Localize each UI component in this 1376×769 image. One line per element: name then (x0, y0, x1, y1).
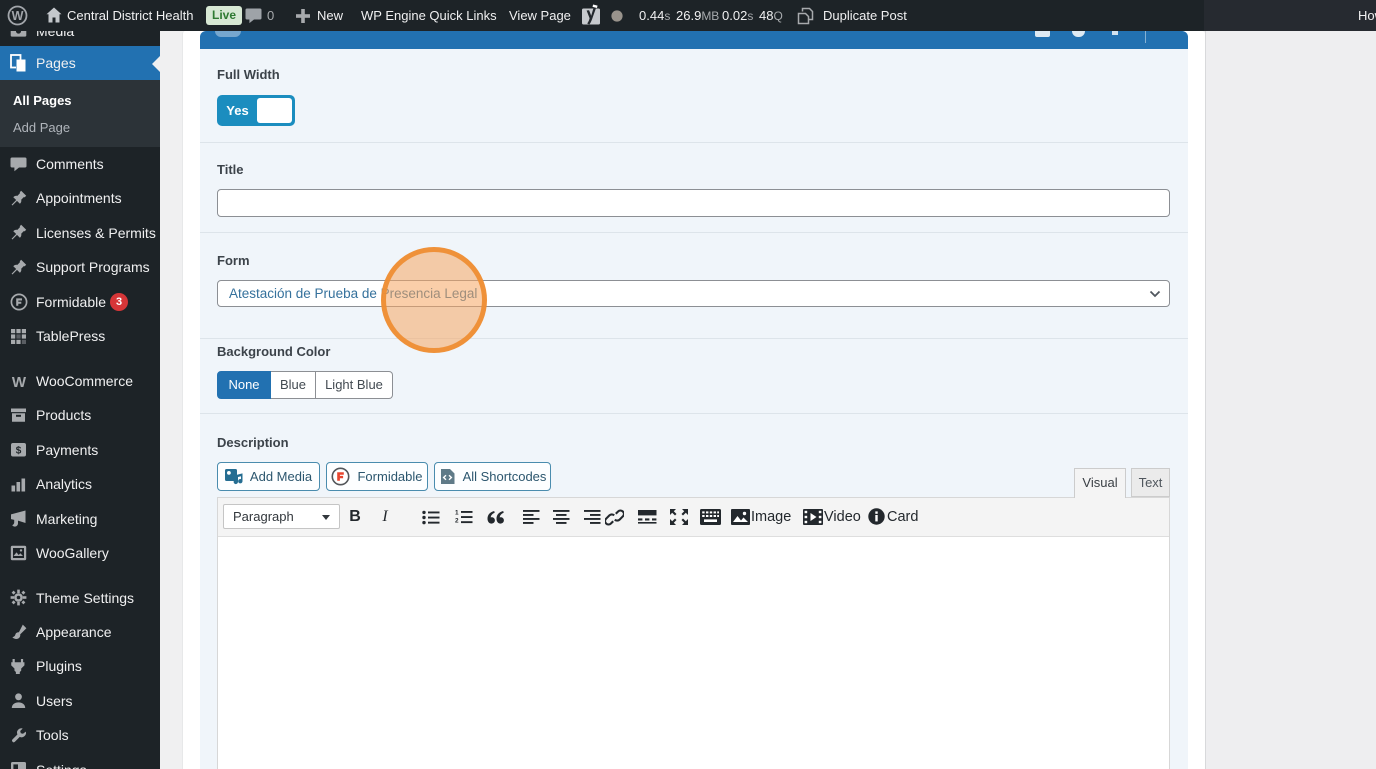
svg-text:W: W (12, 374, 27, 389)
svg-text:$: $ (16, 446, 22, 457)
svg-text:1: 1 (455, 509, 459, 516)
svg-text:W: W (12, 9, 24, 23)
svg-text:2: 2 (455, 517, 459, 524)
